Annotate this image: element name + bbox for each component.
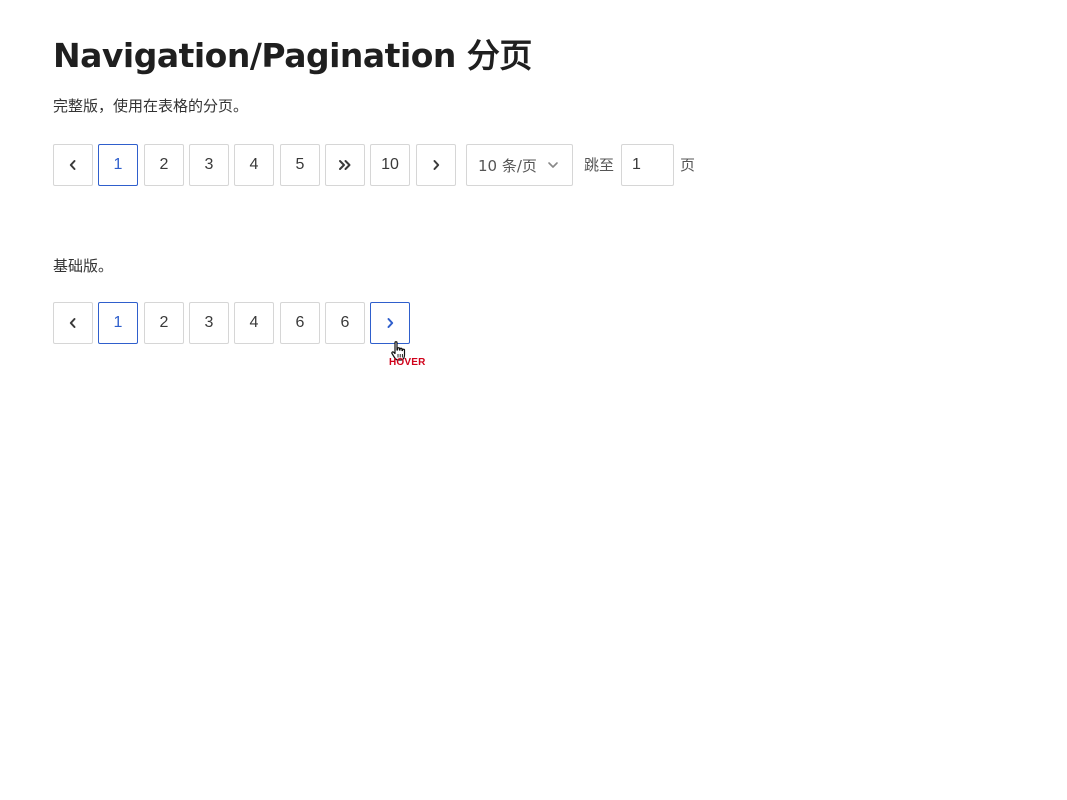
- page-button-4[interactable]: 4: [234, 144, 274, 186]
- next-page-button[interactable]: [370, 302, 410, 344]
- page-unit-label: 页: [680, 156, 696, 174]
- chevron-right-icon: [433, 160, 440, 170]
- prev-page-button[interactable]: [53, 302, 93, 344]
- prev-page-button[interactable]: [53, 144, 93, 186]
- page-button-1[interactable]: 1: [98, 144, 138, 186]
- page-button-6[interactable]: 6: [325, 302, 365, 344]
- chevron-right-icon: [387, 318, 394, 328]
- hover-annotation-label: HOVER: [389, 357, 426, 368]
- basic-pagination-description: 基础版。: [53, 257, 114, 275]
- page-size-value: 10 条/页: [478, 156, 537, 175]
- page-button-5[interactable]: 5: [280, 144, 320, 186]
- chevron-left-icon: [69, 318, 76, 328]
- page-size-select[interactable]: 10 条/页: [466, 144, 573, 186]
- basic-pagination: 1 2 3 4 6 6: [53, 302, 433, 344]
- page-button-2[interactable]: 2: [144, 302, 184, 344]
- page-button-5[interactable]: 6: [280, 302, 320, 344]
- page-title: Navigation/Pagination 分页: [53, 36, 532, 75]
- page-button-last[interactable]: 10: [370, 144, 410, 186]
- page-button-2[interactable]: 2: [144, 144, 184, 186]
- page-button-3[interactable]: 3: [189, 302, 229, 344]
- double-chevron-right-icon: [339, 160, 351, 170]
- page-button-3[interactable]: 3: [189, 144, 229, 186]
- page-button-1[interactable]: 1: [98, 302, 138, 344]
- full-pagination-description: 完整版，使用在表格的分页。: [53, 97, 249, 115]
- chevron-down-icon: [548, 162, 558, 168]
- jump-forward-button[interactable]: [325, 144, 365, 186]
- jump-to-label: 跳至: [584, 156, 615, 174]
- full-pagination: 1 2 3 4 5 10 10 条/页 跳至 页: [53, 144, 713, 186]
- chevron-left-icon: [69, 160, 76, 170]
- jump-page-input[interactable]: [621, 144, 674, 186]
- page-button-4[interactable]: 4: [234, 302, 274, 344]
- next-page-button[interactable]: [416, 144, 456, 186]
